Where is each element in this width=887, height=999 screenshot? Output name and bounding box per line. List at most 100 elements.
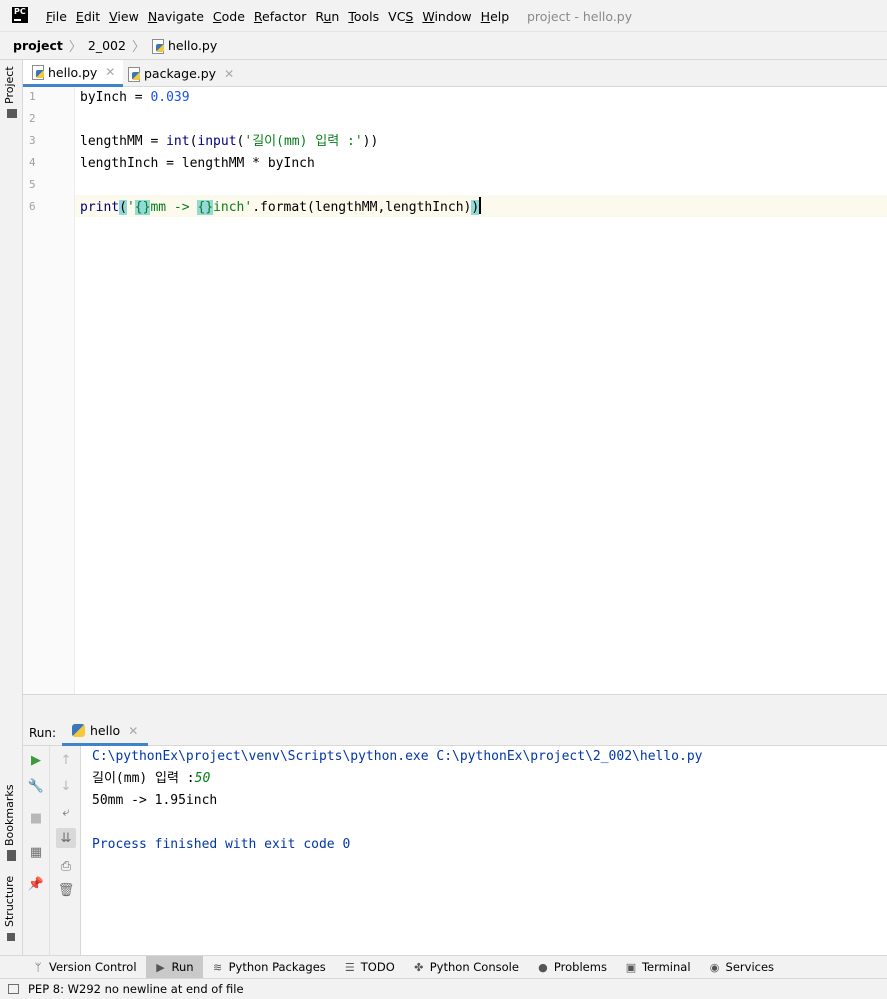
- line-number: 4: [29, 156, 36, 169]
- chevron-right-icon: 〉: [131, 40, 145, 55]
- window-title: project - hello.py: [527, 9, 633, 24]
- tab-problems[interactable]: ● Problems: [528, 956, 616, 979]
- arrow-down-icon[interactable]: ↓: [58, 778, 74, 794]
- status-message: PEP 8: W292 no newline at end of file: [28, 982, 244, 996]
- console-prompt: 길이(mm) 입력 :: [92, 771, 195, 786]
- close-icon[interactable]: ✕: [128, 724, 138, 738]
- bottom-tool-tabs: ᛘ Version Control ▶ Run ≋ Python Packages ☰…: [23, 955, 887, 979]
- tab-package-py[interactable]: package.py ✕: [119, 60, 242, 87]
- menu-window[interactable]: Window: [422, 9, 471, 24]
- scroll-to-end-icon[interactable]: ⇊: [56, 828, 76, 848]
- tab-todo[interactable]: ☰ TODO: [335, 956, 404, 979]
- rerun-icon[interactable]: ▶: [28, 752, 44, 768]
- console-command: C:\pythonEx\project\venv\Scripts\python.…: [92, 749, 703, 764]
- menu-edit[interactable]: Edit: [76, 9, 100, 24]
- line-number: 6: [29, 200, 36, 213]
- menu-tools[interactable]: Tools: [348, 9, 379, 24]
- terminal-icon: ▣: [625, 960, 637, 974]
- tab-run[interactable]: ▶ Run: [145, 955, 203, 979]
- arrow-up-icon[interactable]: ↑: [58, 752, 74, 768]
- python-icon: [72, 724, 85, 737]
- line-number: 3: [29, 134, 36, 147]
- text-caret: [479, 197, 482, 214]
- status-bar: PEP 8: W292 no newline at end of file: [0, 978, 887, 999]
- info-icon: ●: [538, 960, 548, 974]
- python-icon: ✤: [414, 960, 424, 974]
- menu-view[interactable]: View: [109, 9, 139, 24]
- tab-services[interactable]: ◉ Services: [700, 956, 784, 979]
- menu-rest: ile: [52, 9, 67, 24]
- line-number: 2: [29, 112, 36, 125]
- console-prompt-line: 길이(mm) 입력 :50: [92, 768, 210, 790]
- tab-label: package.py: [144, 66, 217, 81]
- structure-tool-tab[interactable]: Structure: [3, 876, 16, 927]
- pin-icon[interactable]: 📌: [28, 876, 44, 892]
- code-line-6[interactable]: print('{}mm -> {}inch'.format(lengthMM,l…: [80, 197, 482, 219]
- run-tab-hello[interactable]: hello ✕: [62, 718, 149, 746]
- logo-text: PC: [14, 7, 26, 16]
- run-toolbar-primary: ▶ 🔧 ■ ▦ 📌: [23, 746, 50, 955]
- tab-python-packages[interactable]: ≋ Python Packages: [203, 956, 335, 979]
- menu-vcs[interactable]: VCS: [388, 9, 413, 24]
- console-exit-message: Process finished with exit code 0: [92, 837, 351, 852]
- python-file-icon: [151, 38, 165, 54]
- menu-refactor[interactable]: Refactor: [254, 9, 306, 24]
- layout-icon[interactable]: ▦: [28, 844, 44, 860]
- bookmark-icon: [7, 850, 16, 861]
- branch-icon: ᛘ: [34, 960, 42, 974]
- run-tab-label: hello: [90, 723, 121, 738]
- menu-run[interactable]: Run: [315, 9, 339, 24]
- structure-icon: [7, 933, 15, 941]
- menu-navigate[interactable]: Navigate: [148, 9, 204, 24]
- folder-icon: [7, 109, 17, 118]
- tab-terminal[interactable]: ▣ Terminal: [616, 956, 700, 979]
- close-icon[interactable]: ✕: [224, 67, 234, 81]
- close-icon[interactable]: ✕: [105, 65, 115, 79]
- services-icon: ◉: [709, 960, 720, 974]
- breadcrumb: project 〉 2_002 〉 hello.py: [0, 32, 887, 60]
- tab-hello-py[interactable]: hello.py ✕: [23, 60, 124, 87]
- wrench-icon[interactable]: 🔧: [28, 778, 44, 794]
- run-label: Run:: [29, 726, 57, 740]
- play-icon: ▶: [156, 960, 165, 974]
- left-tool-strip: Project Bookmarks Structure: [0, 60, 23, 955]
- print-icon[interactable]: ⎙: [58, 858, 74, 874]
- editor-bottom-separator: [23, 694, 887, 718]
- tool-window-toggle-icon[interactable]: [8, 984, 19, 994]
- menu-items: File Edit View Navigate Code Refactor Ru…: [46, 9, 518, 24]
- breadcrumb-project[interactable]: project: [13, 38, 63, 53]
- soft-wrap-icon[interactable]: ⤶: [58, 804, 74, 820]
- console-output: 50mm -> 1.95inch: [92, 793, 218, 808]
- code-line-3[interactable]: lengthMM = int(input('길이(mm) 입력 :')): [80, 131, 378, 153]
- menu-file[interactable]: File: [46, 9, 67, 24]
- tab-version-control[interactable]: ᛘ Version Control: [23, 956, 146, 979]
- pycharm-logo-icon: PC: [12, 7, 28, 23]
- left-strip-corner: [0, 955, 23, 978]
- menu-bar: PC File Edit View Navigate Code Refactor…: [0, 0, 887, 32]
- breadcrumb-file[interactable]: hello.py: [168, 38, 217, 53]
- line-number: 1: [29, 90, 36, 103]
- tab-label: hello.py: [48, 64, 98, 80]
- console-user-input: 50: [194, 771, 211, 786]
- breadcrumb-folder[interactable]: 2_002: [88, 38, 126, 53]
- project-tool-tab[interactable]: Project: [3, 66, 16, 104]
- bookmarks-tool-tab[interactable]: Bookmarks: [3, 785, 16, 846]
- stop-icon[interactable]: ■: [28, 810, 44, 826]
- code-editor[interactable]: byInch = 0.039 lengthMM = int(input('길이(…: [75, 87, 887, 694]
- run-toolbar-secondary: ↑ ↓ ⤶ ⇊ ⎙ 🗑: [50, 746, 81, 955]
- menu-help[interactable]: Help: [481, 9, 510, 24]
- menu-code[interactable]: Code: [213, 9, 245, 24]
- run-tool-header: Run: hello ✕: [23, 718, 887, 746]
- line-number: 5: [29, 178, 36, 191]
- code-line-1[interactable]: byInch = 0.039: [80, 87, 190, 109]
- editor-tab-bar: hello.py ✕ package.py ✕: [23, 60, 887, 87]
- run-console[interactable]: C:\pythonEx\project\venv\Scripts\python.…: [81, 746, 887, 955]
- code-line-4[interactable]: lengthInch = lengthMM * byInch: [80, 153, 315, 175]
- trash-icon[interactable]: 🗑: [58, 882, 75, 898]
- list-icon: ☰: [344, 960, 355, 974]
- layers-icon: ≋: [212, 960, 223, 974]
- tab-python-console[interactable]: ✤ Python Console: [404, 956, 528, 979]
- python-file-icon: [127, 66, 141, 82]
- python-file-icon: [31, 65, 45, 80]
- line-number-gutter: 1 2 3 4 5 6: [23, 87, 75, 694]
